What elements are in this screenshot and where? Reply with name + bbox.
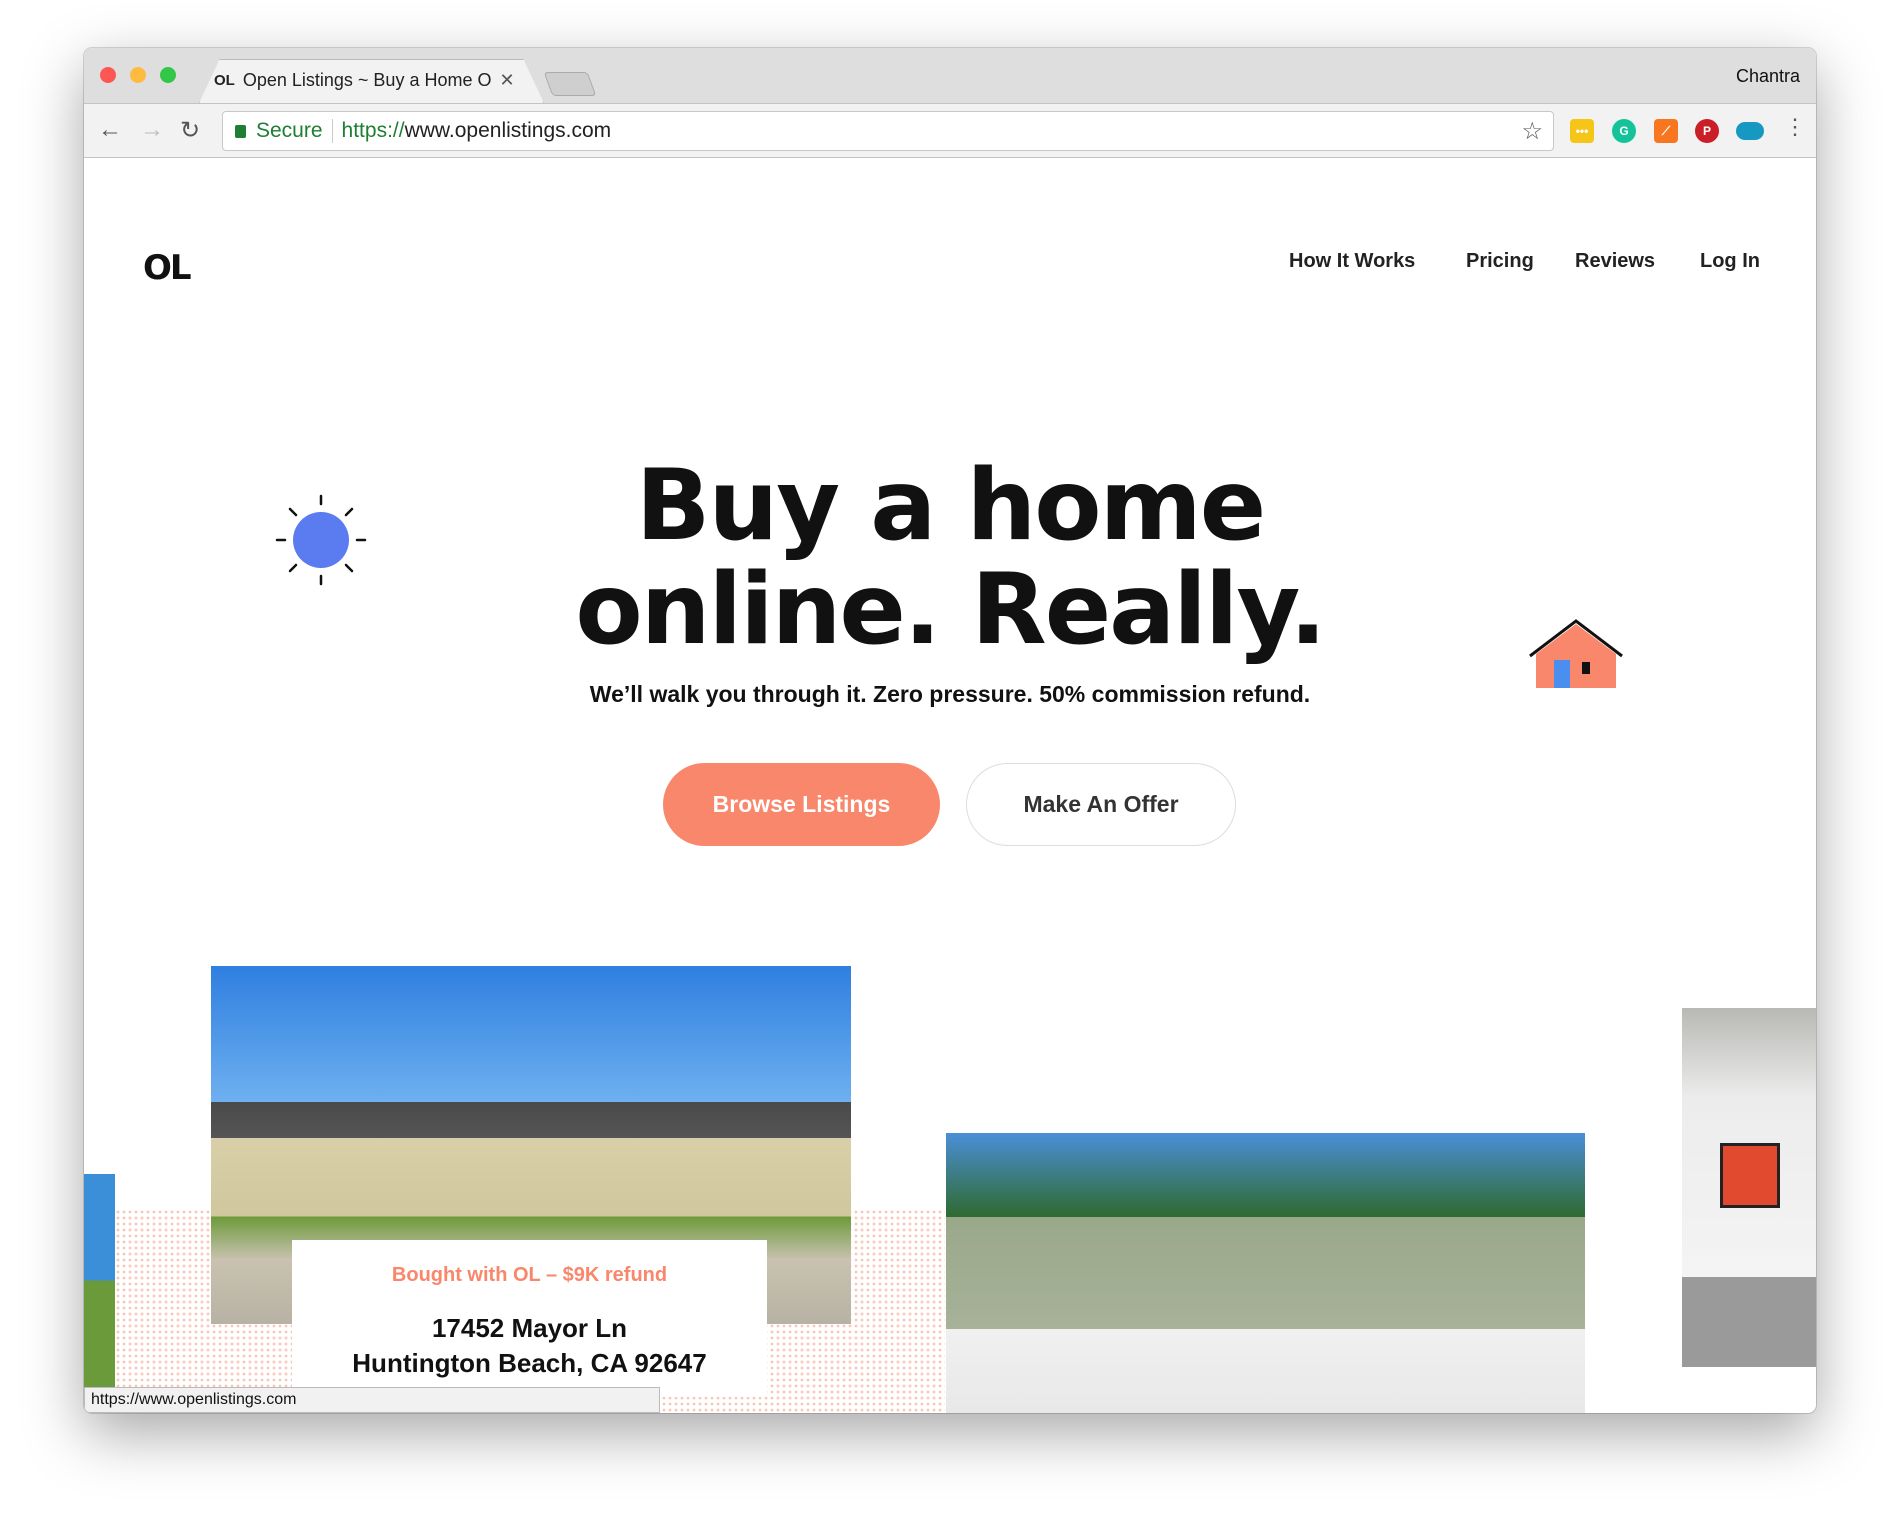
nav-how-it-works[interactable]: How It Works (1289, 250, 1415, 273)
address-line2: Huntington Beach, CA 92647 (352, 1348, 707, 1378)
tab-bar: OL Open Listings ~ Buy a Home O ✕ Chantr… (84, 48, 1816, 103)
subheadline: We’ll walk you through it. Zero pressure… (589, 681, 1311, 707)
headline-line1: Buy a home (635, 449, 1266, 563)
nav-reviews[interactable]: Reviews (1575, 250, 1655, 273)
bookmark-star-icon[interactable]: ☆ (1521, 117, 1543, 146)
refund-badge: Bought with OL – $9K refund (391, 1264, 668, 1286)
address-bar[interactable]: Secure https:// www.openlistings.com ☆ (222, 111, 1554, 151)
reload-icon[interactable]: ↻ (180, 116, 200, 145)
listing-photo-interior-partial[interactable] (1682, 1008, 1816, 1367)
site-logo[interactable]: OL (143, 248, 192, 288)
close-window-button[interactable] (100, 67, 116, 83)
address-line1: 17452 Mayor Ln (431, 1313, 628, 1343)
browser-toolbar: ← → ↻ Secure https:// www.openlistings.c… (84, 103, 1816, 158)
menu-icon[interactable]: ⋮ (1784, 114, 1806, 140)
headline-line2: online. Really. (575, 553, 1326, 667)
pinterest-icon[interactable]: P (1695, 119, 1719, 143)
wall-art (1720, 1143, 1780, 1208)
listing-photo-partial-left[interactable] (84, 1174, 115, 1387)
new-tab-button[interactable] (543, 72, 597, 96)
url-host: www.openlistings.com (404, 119, 612, 142)
url-scheme: https:// (341, 119, 405, 142)
forward-icon[interactable]: → (140, 116, 164, 144)
listing-caption-card[interactable]: Bought with OL – $9K refund 17452 Mayor … (292, 1240, 767, 1397)
minimize-window-button[interactable] (130, 67, 146, 83)
status-bar-url: https://www.openlistings.com (84, 1387, 660, 1413)
profile-name[interactable]: Chantra (1736, 66, 1800, 87)
browse-listings-button[interactable]: Browse Listings (663, 763, 940, 846)
browser-window: OL Open Listings ~ Buy a Home O ✕ Chantr… (84, 48, 1816, 1413)
make-an-offer-button[interactable]: Make An Offer (966, 763, 1236, 846)
close-tab-icon[interactable]: ✕ (499, 70, 514, 91)
listing-photo-two-story-house[interactable] (946, 1133, 1585, 1413)
favicon: OL (214, 72, 235, 89)
grammarly-icon[interactable]: G (1612, 119, 1636, 143)
maximize-window-button[interactable] (160, 67, 176, 83)
nav-pricing[interactable]: Pricing (1466, 250, 1534, 273)
lastpass-icon[interactable]: ••• (1570, 119, 1594, 143)
nav-log-in[interactable]: Log In (1700, 250, 1760, 273)
analytics-icon[interactable]: ⟋ (1654, 119, 1678, 143)
tab-title[interactable]: Open Listings ~ Buy a Home O (243, 70, 492, 91)
salesforce-icon[interactable] (1736, 122, 1764, 140)
secure-label: Secure (256, 119, 323, 142)
back-icon[interactable]: ← (98, 116, 122, 144)
lock-icon (235, 124, 246, 138)
